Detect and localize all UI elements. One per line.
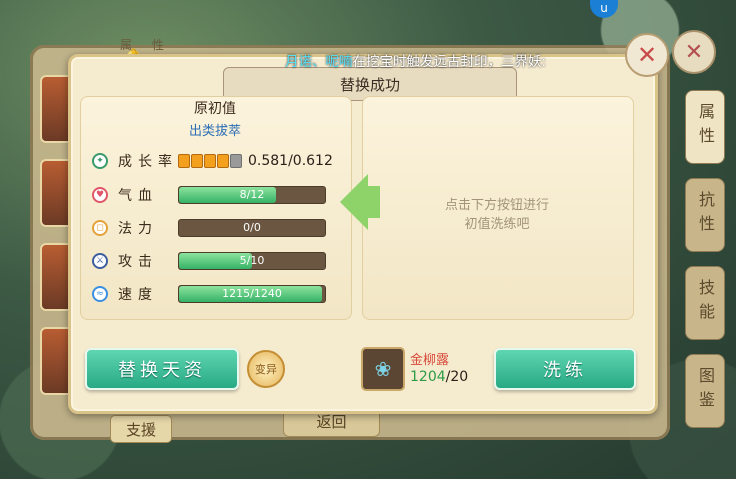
attack-value: 5/10	[239, 254, 265, 267]
mana-bar: 0/0	[178, 219, 326, 237]
stat-row-growth: ✦ 成长率 0.581/0.612	[92, 150, 333, 172]
stat-label: 速度	[118, 287, 158, 303]
jinliulu-item-icon[interactable]: ❀	[361, 347, 405, 391]
marquee-names[interactable]: 月诺、呢喃	[285, 54, 353, 70]
item-count: 1204/20	[410, 369, 468, 385]
stat-row-mana: ◻ 法力 0/0	[92, 217, 326, 239]
speed-bar: 1215/1240	[178, 285, 326, 303]
stat-row-attack: ⚔ 攻击 5/10	[92, 250, 326, 272]
replace-talent-button[interactable]: 替换天资	[85, 348, 239, 390]
growth-pips	[178, 154, 242, 168]
attack-bar: 5/10	[178, 252, 326, 270]
tab-resistance[interactable]: 抗性	[685, 178, 725, 252]
tab-skills[interactable]: 技能	[685, 266, 725, 340]
growth-pip	[204, 154, 216, 168]
stat-label: 法力	[118, 221, 158, 237]
stat-label: 攻击	[118, 254, 158, 270]
wash-button[interactable]: 洗练	[494, 348, 636, 390]
wind-icon: ≈	[92, 286, 108, 302]
wash-hint: 点击下方按钮进行 初值洗练吧	[444, 198, 549, 232]
stat-label: 成长率	[118, 154, 178, 170]
item-have: 1204	[410, 369, 446, 385]
sword-icon: ⚔	[92, 253, 108, 269]
growth-pip	[191, 154, 203, 168]
mana-value: 0/0	[243, 221, 261, 234]
side-tabs: 属性 抗性 技能 图鉴	[685, 90, 725, 442]
stat-label: 气血	[118, 188, 158, 204]
stat-row-speed: ≈ 速度 1215/1240	[92, 283, 326, 305]
tab-handbook[interactable]: 图鉴	[685, 354, 725, 428]
back-close-icon[interactable]: ✕	[672, 30, 716, 74]
original-heading: 原初值	[194, 101, 236, 117]
tab-attributes[interactable]: 属性	[685, 90, 725, 164]
item-name: 金柳露	[410, 353, 450, 368]
growth-pip	[230, 154, 242, 168]
hp-bar: 8/12	[178, 186, 326, 204]
growth-pip	[217, 154, 229, 168]
speed-value: 1215/1240	[222, 287, 282, 300]
item-need: /20	[445, 369, 469, 385]
system-marquee: 月诺、呢喃在挖宝时触发远古封印，三界妖:	[285, 50, 546, 70]
mana-icon: ◻	[92, 220, 108, 236]
original-grade: 出类拔萃	[188, 124, 241, 139]
close-icon[interactable]: ✕	[625, 33, 669, 77]
growth-value: 0.581/0.612	[248, 153, 333, 169]
stat-row-hp: ♥ 气血 8/12	[92, 184, 326, 206]
marquee-message: 在挖宝时触发远古封印，三界妖:	[352, 54, 547, 70]
mutation-coin-icon[interactable]: 变异	[247, 350, 285, 388]
heart-icon: ♥	[92, 187, 108, 203]
support-button[interactable]: 支援	[110, 415, 172, 443]
leaf-icon: ✦	[92, 153, 108, 169]
hp-value: 8/12	[239, 188, 265, 201]
growth-pip	[178, 154, 190, 168]
